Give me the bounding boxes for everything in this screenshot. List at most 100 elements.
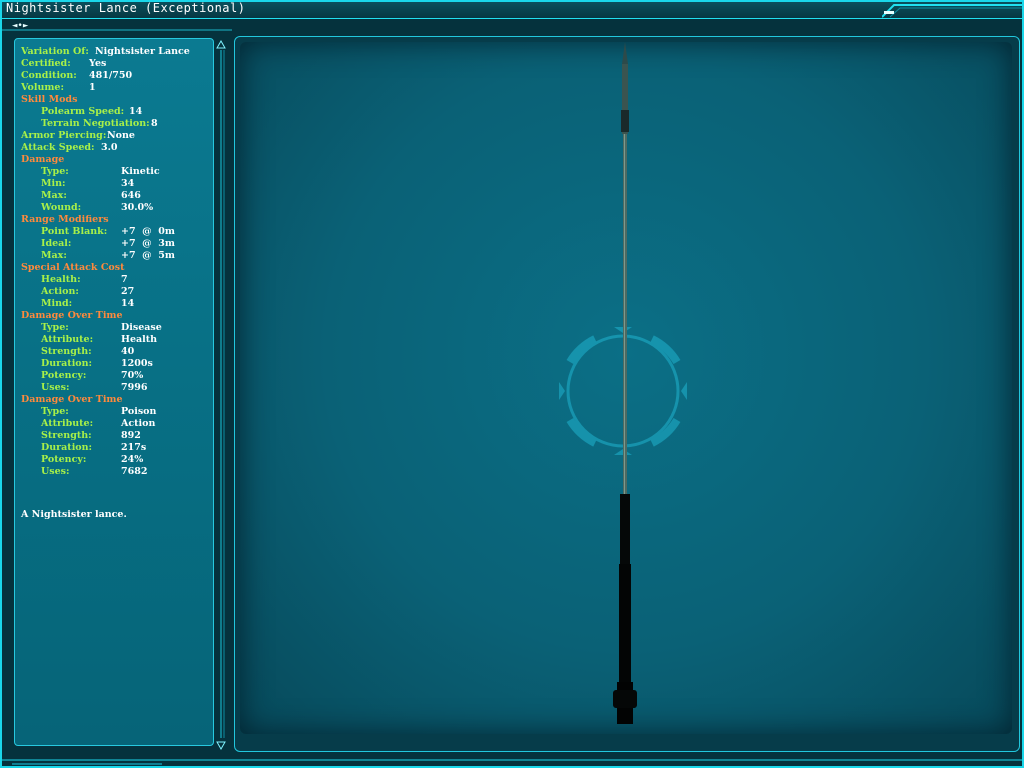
attr-row-damage-min: Min: 34 bbox=[15, 178, 210, 190]
attr-value: 646 bbox=[121, 190, 141, 201]
attr-label: Wound: bbox=[41, 202, 82, 213]
attr-value: Yes bbox=[89, 58, 107, 69]
attr-row-damage-type: Type: Kinetic bbox=[15, 166, 210, 178]
scroll-down-arrow-icon[interactable] bbox=[216, 741, 226, 750]
attr-row-attack-speed: Attack Speed: 3.0 bbox=[15, 142, 210, 154]
attr-label: Point Blank: bbox=[41, 226, 108, 237]
section-header-dot-disease: Damage Over Time bbox=[15, 310, 210, 322]
attr-value: +7 @ 3m bbox=[121, 238, 175, 249]
attr-row-damage-wound: Wound: 30.0% bbox=[15, 202, 210, 214]
attr-row-dot2-strength: Strength: 892 bbox=[15, 430, 210, 442]
attr-label: Uses: bbox=[41, 466, 70, 477]
attr-label: Volume: bbox=[21, 82, 64, 93]
attr-value: 3.0 bbox=[101, 142, 118, 153]
attr-label: Strength: bbox=[41, 346, 92, 357]
title-bar-decoration bbox=[882, 4, 1022, 18]
window-title: Nightsister Lance (Exceptional) bbox=[6, 1, 246, 15]
attr-label: Max: bbox=[41, 250, 67, 261]
section-header: Range Modifiers bbox=[21, 214, 109, 225]
attr-row-dot1-uses: Uses: 7996 bbox=[15, 382, 210, 394]
attr-row-terrain-negotiation: Terrain Negotiation: 8 bbox=[15, 118, 210, 130]
attr-value: Poison bbox=[121, 406, 157, 417]
attr-value: Disease bbox=[121, 322, 162, 333]
attr-label: Potency: bbox=[41, 370, 87, 381]
bottom-decoration bbox=[2, 759, 1022, 765]
attr-label: Certified: bbox=[21, 58, 71, 69]
attr-row-dot2-potency: Potency: 24% bbox=[15, 454, 210, 466]
attr-row-special-health: Health: 7 bbox=[15, 274, 210, 286]
attr-label: Type: bbox=[41, 322, 69, 333]
attr-value: 7682 bbox=[121, 466, 148, 477]
section-header-skill-mods: Skill Mods bbox=[15, 94, 210, 106]
attr-label: Mind: bbox=[41, 298, 73, 309]
attribute-scrollbar[interactable] bbox=[216, 40, 226, 750]
attr-value: 481/750 bbox=[89, 70, 133, 81]
nav-arrows-icon[interactable]: ◄•► bbox=[12, 21, 28, 31]
attr-value: 1 bbox=[89, 82, 96, 93]
attr-value: +7 @ 0m bbox=[121, 226, 175, 237]
attr-row-range-max: Max: +7 @ 5m bbox=[15, 250, 210, 262]
attr-value: 7996 bbox=[121, 382, 148, 393]
attr-row-volume: Volume: 1 bbox=[15, 82, 210, 94]
attr-row-certified: Certified: Yes bbox=[15, 58, 210, 70]
attr-label: Action: bbox=[41, 286, 79, 297]
attr-label: Attack Speed: bbox=[21, 142, 95, 153]
attr-row-armor-piercing: Armor Piercing: None bbox=[15, 130, 210, 142]
attr-row-dot1-attribute: Attribute: Health bbox=[15, 334, 210, 346]
attr-value: 30.0% bbox=[121, 202, 154, 213]
attr-label: Potency: bbox=[41, 454, 87, 465]
attr-label: Duration: bbox=[41, 358, 93, 369]
attr-value: 14 bbox=[121, 298, 135, 309]
item-preview-viewport[interactable] bbox=[240, 42, 1012, 734]
attr-row-dot2-type: Type: Poison bbox=[15, 406, 210, 418]
attr-label: Uses: bbox=[41, 382, 70, 393]
section-header: Damage bbox=[21, 154, 65, 165]
nav-strip bbox=[2, 29, 232, 31]
attr-row-damage-max: Max: 646 bbox=[15, 190, 210, 202]
attr-label: Strength: bbox=[41, 430, 92, 441]
attr-value: 8 bbox=[151, 118, 158, 129]
attr-value: 892 bbox=[121, 430, 141, 441]
attr-label: Min: bbox=[41, 178, 66, 189]
attr-row-special-mind: Mind: 14 bbox=[15, 298, 210, 310]
attr-row-dot2-uses: Uses: 7682 bbox=[15, 466, 210, 478]
section-header: Damage Over Time bbox=[21, 394, 123, 405]
attr-label: Attribute: bbox=[41, 418, 94, 429]
attr-row-dot1-potency: Potency: 70% bbox=[15, 370, 210, 382]
attr-value: 217s bbox=[121, 442, 147, 453]
attr-value: None bbox=[107, 130, 135, 141]
attr-row-dot2-attribute: Attribute: Action bbox=[15, 418, 210, 430]
attr-row-dot1-duration: Duration: 1200s bbox=[15, 358, 210, 370]
title-bar[interactable]: Nightsister Lance (Exceptional) bbox=[2, 2, 1022, 19]
attr-row-special-action: Action: 27 bbox=[15, 286, 210, 298]
preview-canvas bbox=[559, 42, 687, 724]
section-header: Special Attack Cost bbox=[21, 262, 125, 273]
attr-row-condition: Condition: 481/750 bbox=[15, 70, 210, 82]
attr-value: +7 @ 5m bbox=[121, 250, 175, 261]
attr-label: Type: bbox=[41, 166, 69, 177]
section-header: Damage Over Time bbox=[21, 310, 123, 321]
attr-value: Health bbox=[121, 334, 158, 345]
examine-window: Nightsister Lance (Exceptional) ◄•► Vari… bbox=[0, 0, 1024, 768]
attr-row-polearm-speed: Polearm Speed: 14 bbox=[15, 106, 210, 118]
attr-label: Condition: bbox=[21, 70, 77, 81]
attr-row-dot1-type: Type: Disease bbox=[15, 322, 210, 334]
attr-value: 1200s bbox=[121, 358, 153, 369]
item-description: A Nightsister lance. bbox=[21, 509, 127, 520]
attr-row-range-ideal: Ideal: +7 @ 3m bbox=[15, 238, 210, 250]
attr-value: 7 bbox=[121, 274, 128, 285]
scroll-up-arrow-icon[interactable] bbox=[216, 40, 226, 49]
attr-label: Attribute: bbox=[41, 334, 94, 345]
attr-value: Kinetic bbox=[121, 166, 160, 177]
lance-model-icon bbox=[613, 42, 637, 724]
attr-label: Health: bbox=[41, 274, 81, 285]
attr-row-variation: Variation Of: Nightsister Lance bbox=[15, 46, 210, 58]
section-header: Skill Mods bbox=[21, 94, 78, 105]
attr-label: Polearm Speed: bbox=[41, 106, 125, 117]
attr-row-dot1-strength: Strength: 40 bbox=[15, 346, 210, 358]
section-header-dot-poison: Damage Over Time bbox=[15, 394, 210, 406]
attr-label: Variation Of: bbox=[21, 46, 89, 57]
attr-value: 24% bbox=[121, 454, 144, 465]
attr-label: Max: bbox=[41, 190, 67, 201]
attr-row-dot2-duration: Duration: 217s bbox=[15, 442, 210, 454]
